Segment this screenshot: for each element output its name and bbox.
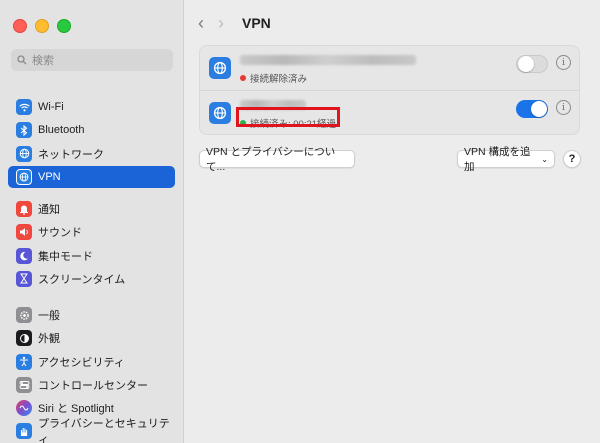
status-dot bbox=[240, 75, 246, 81]
vpn-pane: ‹ › VPN 接続解除済み i 接続済み: 00:21経過 i VPN とプラ… bbox=[184, 0, 600, 443]
vpn-globe-icon bbox=[16, 168, 32, 185]
sidebar-item-label: プライバシーとセキュリティ bbox=[38, 418, 170, 443]
sidebar-item-label: サウンド bbox=[38, 227, 82, 240]
sidebar-item-wifi[interactable]: Wi-Fi bbox=[8, 96, 175, 118]
add-vpn-config-button[interactable]: VPN 構成を追加 ⌄ bbox=[457, 146, 555, 173]
forward-button[interactable]: › bbox=[218, 14, 224, 32]
appearance-icon bbox=[16, 330, 32, 347]
vpn-globe-icon bbox=[209, 102, 231, 124]
sidebar-group-general: 一般 外観 アクセシビリティ コントロールセンター Siri と Spotlig… bbox=[8, 304, 175, 443]
vpn-privacy-button[interactable]: VPN とプライバシーについて... bbox=[199, 146, 355, 173]
sidebar-item-focus[interactable]: 集中モード bbox=[8, 245, 175, 267]
sidebar-item-bluetooth[interactable]: Bluetooth bbox=[8, 119, 175, 141]
moon-icon bbox=[16, 247, 32, 264]
speaker-icon bbox=[16, 224, 32, 241]
sidebar-item-screen-time[interactable]: スクリーンタイム bbox=[8, 268, 175, 290]
sidebar-item-label: 通知 bbox=[38, 204, 60, 216]
accessibility-icon bbox=[16, 353, 32, 370]
gear-icon bbox=[16, 307, 32, 323]
sidebar-item-label: 外観 bbox=[38, 333, 60, 346]
vpn-row[interactable]: 接続解除済み i bbox=[200, 46, 579, 91]
hand-icon bbox=[16, 423, 32, 440]
search-icon bbox=[17, 55, 27, 65]
sidebar-item-label: Wi-Fi bbox=[38, 101, 64, 113]
bluetooth-icon bbox=[16, 122, 32, 139]
network-globe-icon bbox=[16, 145, 32, 162]
control-center-icon bbox=[16, 376, 32, 393]
sidebar-item-label: 集中モード bbox=[38, 250, 93, 263]
sidebar-item-label: Bluetooth bbox=[38, 124, 85, 137]
sidebar-group-network: Wi-Fi Bluetooth ネットワーク VPN bbox=[8, 96, 175, 189]
vpn-globe-icon bbox=[209, 57, 231, 79]
button-label: VPN とプライバシーについて... bbox=[206, 146, 336, 173]
sidebar-item-sound[interactable]: サウンド bbox=[8, 221, 175, 243]
bell-icon bbox=[16, 201, 32, 217]
sidebar-item-appearance[interactable]: 外観 bbox=[8, 327, 175, 349]
help-button[interactable]: ? bbox=[563, 150, 581, 168]
sidebar-item-label: VPN bbox=[38, 170, 61, 183]
vpn-toggle[interactable] bbox=[516, 100, 548, 118]
sidebar-item-general[interactable]: 一般 bbox=[8, 304, 175, 326]
sidebar-item-network[interactable]: ネットワーク bbox=[8, 143, 175, 165]
sidebar-item-vpn[interactable]: VPN bbox=[8, 165, 175, 188]
sidebar: 検索 Wi-Fi Bluetooth ネットワーク VPN 通知 サウンド 集中… bbox=[0, 0, 184, 443]
sidebar-item-label: コントロールセンター bbox=[38, 379, 148, 392]
window-controls bbox=[13, 19, 71, 33]
sidebar-item-accessibility[interactable]: アクセシビリティ bbox=[8, 351, 175, 373]
search-placeholder: 検索 bbox=[32, 55, 54, 67]
status-text: 接続解除済み bbox=[250, 74, 308, 85]
hourglass-icon bbox=[16, 270, 32, 287]
button-label: VPN 構成を追加 bbox=[464, 146, 531, 173]
minimize-window-button[interactable] bbox=[35, 19, 49, 33]
sidebar-item-label: ネットワーク bbox=[38, 148, 104, 161]
sidebar-group-notifications: 通知 サウンド 集中モード スクリーンタイム bbox=[8, 198, 175, 291]
close-window-button[interactable] bbox=[13, 19, 27, 33]
zoom-window-button[interactable] bbox=[57, 19, 71, 33]
sidebar-item-control-center[interactable]: コントロールセンター bbox=[8, 374, 175, 396]
search-input[interactable]: 検索 bbox=[11, 49, 173, 71]
sidebar-item-privacy[interactable]: プライバシーとセキュリティ bbox=[8, 418, 175, 443]
siri-icon bbox=[16, 400, 32, 417]
toolbar: ‹ › VPN bbox=[198, 14, 271, 32]
chevron-down-icon: ⌄ bbox=[541, 154, 548, 164]
vpn-name-redacted bbox=[240, 55, 416, 65]
wifi-icon bbox=[16, 99, 32, 115]
settings-window: 検索 Wi-Fi Bluetooth ネットワーク VPN 通知 サウンド 集中… bbox=[0, 0, 600, 443]
highlight-box bbox=[236, 107, 340, 127]
info-button[interactable]: i bbox=[556, 100, 571, 115]
sidebar-item-notifications[interactable]: 通知 bbox=[8, 198, 175, 220]
page-title: VPN bbox=[242, 15, 271, 31]
sidebar-item-label: スクリーンタイム bbox=[38, 273, 126, 286]
back-button[interactable]: ‹ bbox=[198, 14, 204, 32]
vpn-toggle[interactable] bbox=[516, 55, 548, 73]
vpn-status: 接続解除済み bbox=[240, 71, 307, 85]
info-button[interactable]: i bbox=[556, 55, 571, 70]
sidebar-item-label: アクセシビリティ bbox=[38, 356, 125, 369]
sidebar-item-label: Siri と Spotlight bbox=[38, 403, 114, 416]
sidebar-item-label: 一般 bbox=[38, 310, 60, 322]
